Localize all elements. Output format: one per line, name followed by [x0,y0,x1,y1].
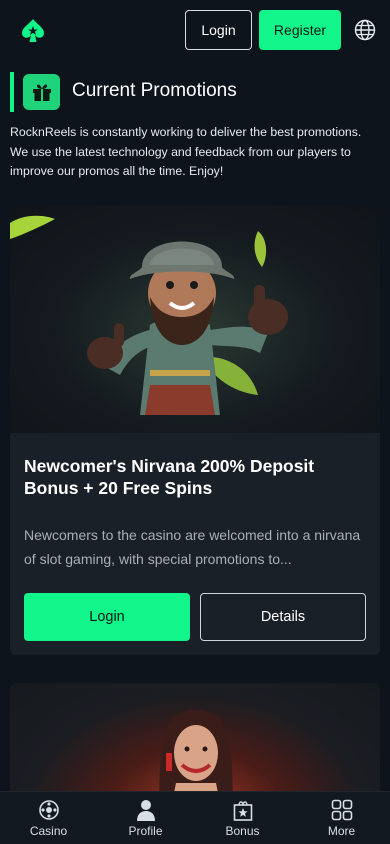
header-login-button[interactable]: Login [185,10,252,50]
nav-item-bonus[interactable]: Bonus [194,792,291,844]
gift-icon [23,74,60,110]
nav-item-more[interactable]: More [293,792,390,844]
section-header: Current Promotions [10,72,380,112]
nav-label-casino: Casino [29,824,68,838]
promo-details-button[interactable]: Details [200,593,366,641]
header-register-button[interactable]: Register [259,10,341,50]
spade-logo-icon[interactable] [18,16,48,46]
intro-text: RocknReels is constantly working to deli… [10,125,362,178]
top-header: Login Register [0,0,390,62]
nav-item-profile[interactable]: Profile [97,792,194,844]
promo-login-button[interactable]: Login [24,593,190,641]
accent-bar [10,72,14,112]
nav-label-more: More [327,824,356,838]
bottom-nav: Casino Profile Bonus More [0,791,390,844]
nav-item-casino[interactable]: Casino [0,792,97,844]
grid-icon [331,799,353,821]
casino-chip-icon [39,800,59,820]
globe-icon[interactable] [354,19,376,41]
promo-image [10,205,380,433]
bonus-star-icon [233,801,253,821]
promo-card: Newcomer's Nirvana 200% Deposit Bonus + … [10,205,380,655]
promo-title: Newcomer's Nirvana 200% Deposit Bonus + … [24,456,315,498]
nav-label-bonus: Bonus [225,824,260,838]
nav-label-profile: Profile [128,824,163,838]
profile-icon [137,800,155,821]
promo-description: Newcomers to the casino are welcomed int… [24,527,361,567]
page-title: Current Promotions [72,80,237,101]
